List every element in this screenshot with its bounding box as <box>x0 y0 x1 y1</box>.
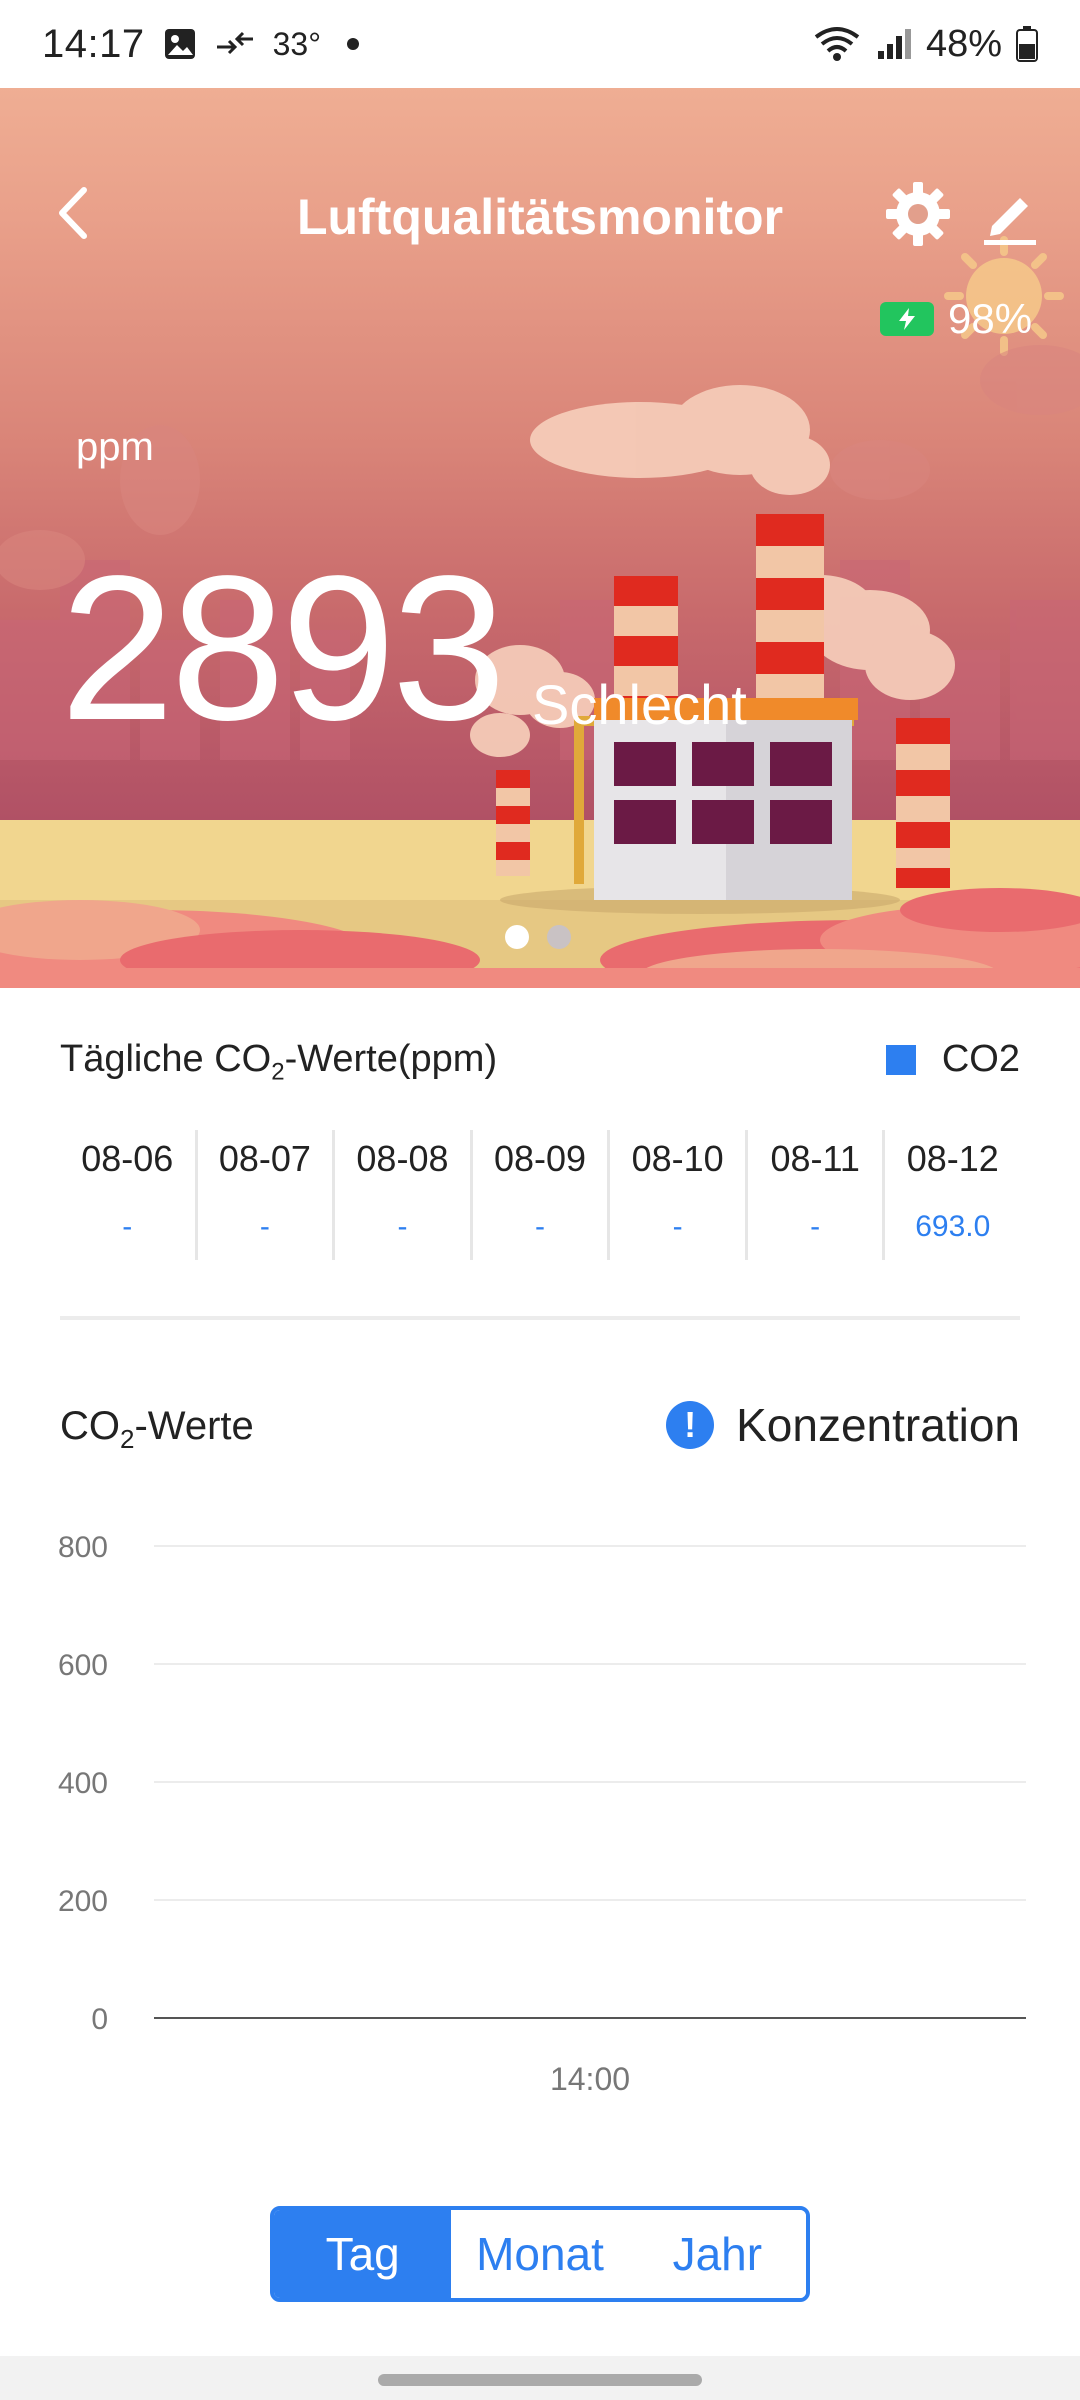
y-tick-label: 0 <box>91 2003 108 2036</box>
status-temperature: 33° <box>272 25 321 62</box>
day-cell: 08-08 - <box>335 1130 473 1260</box>
chart-title: CO2-Werte <box>60 1404 254 1454</box>
reading-unit: ppm <box>76 425 154 469</box>
day-value: - <box>535 1210 546 1243</box>
factory-illustration <box>0 236 1080 988</box>
day-cell: 08-07 - <box>198 1130 336 1260</box>
y-tick-label: 400 <box>58 1767 108 1800</box>
device-battery: 98% <box>880 295 1032 343</box>
day-date: 08-09 <box>493 1138 587 1179</box>
settings-button[interactable] <box>880 176 956 252</box>
data-transfer-icon <box>216 31 253 55</box>
daily-values-row: 08-06 - 08-07 - 08-08 - 08-09 - 08-10 - … <box>60 1130 1020 1260</box>
day-date: 08-08 <box>356 1138 449 1179</box>
air-quality-status: Schlecht <box>532 673 747 736</box>
status-battery-percent: 48% <box>925 22 1002 65</box>
concentration-label: Konzentration <box>736 1399 1020 1451</box>
day-cell: 08-10 - <box>610 1130 748 1260</box>
co2-reading-value: 2893 <box>60 533 506 763</box>
x-tick-label: 14:00 <box>550 2061 630 2097</box>
chart-legend: CO2 <box>885 1038 1020 1081</box>
concentration-info[interactable]: ! Konzentration <box>666 1398 1020 1452</box>
section-divider <box>60 1316 1020 1320</box>
legend-swatch <box>885 1044 916 1075</box>
day-value: - <box>672 1210 683 1243</box>
co2-line-chart[interactable]: 800 600 400 200 0 14:00 <box>0 1500 1080 2140</box>
tab-day[interactable]: Tag <box>274 2210 452 2298</box>
chimney-right <box>896 718 950 888</box>
carousel-dot-active[interactable] <box>505 925 529 949</box>
day-cell: 08-09 - <box>473 1130 611 1260</box>
day-date: 08-06 <box>81 1138 174 1179</box>
gallery-icon <box>164 29 195 59</box>
daily-values-title: Tägliche CO2-Werte(ppm) <box>60 1038 498 1086</box>
chimney-left <box>496 770 530 876</box>
y-tick-label: 600 <box>58 1649 108 1682</box>
pencil-icon <box>984 198 1036 245</box>
device-battery-percent: 98% <box>948 295 1033 342</box>
edit-button[interactable] <box>972 176 1048 252</box>
tab-year[interactable]: Jahr <box>628 2210 806 2298</box>
gear-icon <box>886 182 950 246</box>
y-tick-label: 800 <box>58 1531 108 1564</box>
day-date: 08-12 <box>906 1138 999 1179</box>
info-icon[interactable]: ! <box>666 1401 715 1449</box>
app-header: Luftqualitätsmonitor <box>0 150 1080 280</box>
day-cell: 08-11 - <box>748 1130 886 1260</box>
day-cell: 08-06 - <box>60 1130 198 1260</box>
day-value: 693.0 <box>915 1210 991 1243</box>
day-value: - <box>122 1210 133 1243</box>
home-gesture-handle[interactable] <box>378 2374 702 2386</box>
period-segmented-control: Tag Monat Jahr <box>270 2206 810 2302</box>
day-value: - <box>259 1210 270 1243</box>
signal-icon <box>877 29 911 59</box>
carousel-indicator <box>505 925 571 949</box>
day-date: 08-07 <box>218 1138 311 1179</box>
legend-label: CO2 <box>941 1038 1020 1080</box>
carousel-dot[interactable] <box>547 925 571 949</box>
status-time: 14:17 <box>42 21 145 66</box>
notification-dot-icon <box>347 38 359 50</box>
day-value: - <box>810 1210 821 1243</box>
battery-icon <box>1016 26 1038 62</box>
day-cell: 08-12 693.0 <box>885 1130 1020 1260</box>
day-date: 08-11 <box>770 1138 860 1179</box>
system-nav-bar <box>0 2356 1080 2400</box>
y-tick-label: 200 <box>58 1885 108 1918</box>
wifi-icon <box>814 27 860 61</box>
day-date: 08-10 <box>631 1138 724 1179</box>
day-value: - <box>397 1210 408 1243</box>
tab-month[interactable]: Monat <box>451 2210 629 2298</box>
status-bar: 14:17 33° 48% <box>0 0 1080 88</box>
device-battery-icon <box>880 302 934 336</box>
hero-panel: 14:17 33° 48% Luftqualitätsmonitor 98% p… <box>0 0 1080 988</box>
